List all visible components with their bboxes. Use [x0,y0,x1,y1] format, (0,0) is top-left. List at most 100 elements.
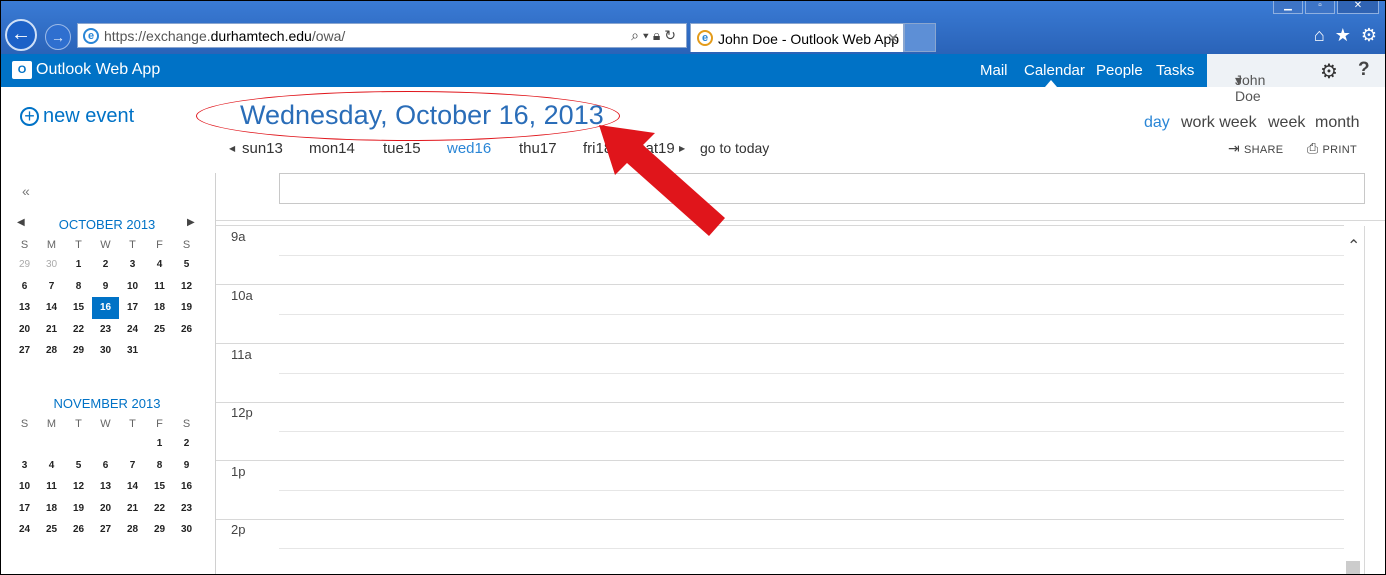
new-tab-button[interactable] [904,23,936,52]
day-cell[interactable]: 18 [146,297,173,319]
view-work-week[interactable]: work week [1181,114,1257,132]
day-cell[interactable]: 26 [173,319,200,341]
day-cell[interactable]: 30 [38,254,65,276]
day-cell[interactable]: 17 [11,498,38,520]
day-cell[interactable]: 7 [119,455,146,477]
day-strip-wed[interactable]: wed16 [447,140,491,157]
day-cell[interactable]: 28 [119,519,146,541]
forward-button[interactable]: → [45,24,71,50]
day-cell[interactable]: 27 [11,340,38,362]
hour-row[interactable]: 12p [216,402,1344,461]
day-cell[interactable]: 6 [11,276,38,298]
day-cell[interactable]: 27 [92,519,119,541]
day-cell[interactable]: 30 [92,340,119,362]
collapse-pane-icon[interactable]: « [22,183,30,199]
day-cell[interactable]: 15 [146,476,173,498]
day-cell[interactable]: 14 [38,297,65,319]
hour-row[interactable]: 9a [216,226,1344,285]
month-title[interactable]: OCTOBER 2013 [59,217,156,232]
day-cell[interactable]: 1 [146,433,173,455]
day-cell[interactable]: 2 [92,254,119,276]
day-cell[interactable]: 20 [11,319,38,341]
day-cell[interactable]: 1 [65,254,92,276]
home-icon[interactable]: ⌂ [1314,25,1325,46]
nav-people[interactable]: People [1096,62,1143,79]
day-cell[interactable]: 7 [38,276,65,298]
day-cell[interactable]: 10 [11,476,38,498]
day-cell[interactable]: 17 [119,297,146,319]
day-cell[interactable]: 29 [65,340,92,362]
day-strip-tue[interactable]: tue15 [383,140,421,157]
day-cell[interactable]: 4 [146,254,173,276]
minimize-icon[interactable]: ▁ [1273,1,1303,14]
day-cell[interactable]: 28 [38,340,65,362]
view-day[interactable]: day [1144,114,1170,132]
month-title[interactable]: NOVEMBER 2013 [54,396,161,411]
day-cell[interactable]: 20 [92,498,119,520]
day-cell[interactable]: 19 [173,297,200,319]
day-cell[interactable]: 22 [65,319,92,341]
day-strip-sun[interactable]: sun13 [242,140,283,157]
day-cell[interactable]: 26 [65,519,92,541]
day-cell[interactable]: 2 [173,433,200,455]
day-cell[interactable]: 21 [119,498,146,520]
day-cell[interactable]: 9 [173,455,200,477]
day-cell[interactable]: 23 [92,319,119,341]
day-cell[interactable]: 25 [38,519,65,541]
nav-mail[interactable]: Mail [980,62,1008,79]
restore-icon[interactable]: ▫ [1305,1,1335,14]
day-cell[interactable]: 8 [146,455,173,477]
new-event-button[interactable]: + new event [20,105,134,128]
tab-close-icon[interactable]: ✕ [887,30,899,47]
day-cell[interactable]: 25 [146,319,173,341]
day-cell[interactable]: 8 [65,276,92,298]
day-strip-mon[interactable]: mon14 [309,140,355,157]
day-cell[interactable]: 3 [11,455,38,477]
hour-row[interactable]: 1p [216,461,1344,520]
prev-day-icon[interactable]: ◀ [229,144,235,153]
help-icon[interactable]: ? [1358,59,1370,81]
day-cell[interactable]: 22 [146,498,173,520]
day-cell[interactable]: 12 [65,476,92,498]
day-cell[interactable]: 13 [92,476,119,498]
day-strip-thu[interactable]: thu17 [519,140,557,157]
day-cell[interactable]: 11 [38,476,65,498]
day-cell[interactable]: 30 [173,519,200,541]
day-cell[interactable]: 18 [38,498,65,520]
day-cell[interactable]: 23 [173,498,200,520]
share-button[interactable]: ⇥ SHARE [1228,140,1283,157]
day-cell[interactable]: 12 [173,276,200,298]
day-cell[interactable]: 24 [11,519,38,541]
day-cell[interactable]: 6 [92,455,119,477]
all-day-event-area[interactable] [279,173,1365,204]
day-cell[interactable]: 4 [38,455,65,477]
browser-tab[interactable]: e John Doe - Outlook Web App ✕ [690,23,904,52]
next-month-icon[interactable]: ▶ [187,217,195,228]
view-week[interactable]: week [1268,114,1305,132]
day-cell[interactable]: 31 [119,340,146,362]
hour-row[interactable]: 10a [216,285,1344,344]
address-tools[interactable]: ⌕▾🔒︎↻ [631,27,680,44]
day-cell[interactable]: 3 [119,254,146,276]
day-cell[interactable]: 11 [146,276,173,298]
day-cell[interactable]: 13 [11,297,38,319]
day-cell[interactable]: 19 [65,498,92,520]
nav-tasks[interactable]: Tasks [1156,62,1194,79]
hour-row[interactable]: 11a [216,344,1344,403]
favorites-star-icon[interactable]: ★ [1335,25,1351,46]
address-bar[interactable]: e https://exchange.durhamtech.edu/owa/ ⌕… [77,23,687,48]
settings-gear-icon[interactable]: ⚙ [1361,25,1377,46]
back-button[interactable]: ← [5,19,37,51]
print-button[interactable]: ⎙ PRINT [1307,140,1357,157]
chevron-up-icon[interactable]: ⌃ [1347,236,1360,256]
gear-icon[interactable]: ⚙ [1320,59,1338,84]
user-menu[interactable]: John Doe ▾ [1207,54,1312,104]
day-cell[interactable]: 9 [92,276,119,298]
prev-month-icon[interactable]: ◀ [17,217,25,228]
view-month[interactable]: month [1315,114,1359,132]
grid-scrollbar[interactable]: ⌃ [1344,226,1364,574]
nav-calendar[interactable]: Calendar [1024,62,1085,79]
scrollbar-thumb[interactable] [1346,561,1360,574]
hour-row[interactable]: 2p [216,519,1344,574]
day-cell[interactable]: 29 [11,254,38,276]
